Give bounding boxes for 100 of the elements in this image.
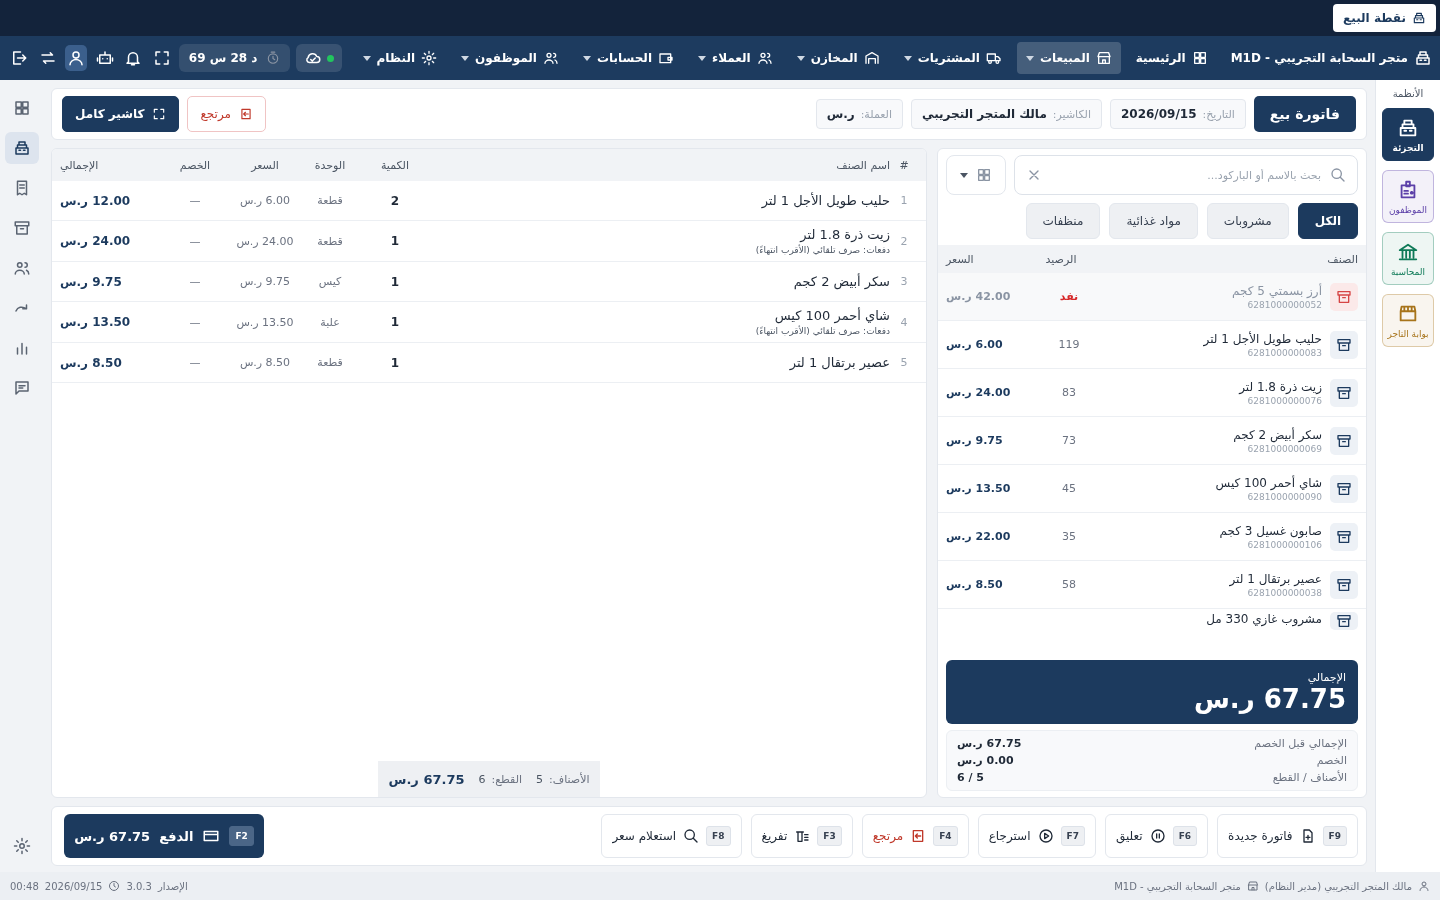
systems-heading: الأنظمة: [1392, 88, 1424, 99]
item-name: شاي أحمر 100 كيس: [773, 308, 890, 323]
system-card[interactable]: بوابة التاجر: [1382, 294, 1434, 347]
line-total-cell-text: 24.00 ر.س: [60, 234, 132, 248]
store-icon: [1246, 880, 1259, 892]
product-box-icon: [1330, 330, 1358, 359]
chip-value: ر.س: [826, 107, 855, 121]
chip-value: 2026/09/15: [1120, 107, 1197, 121]
discount-cell-text: —: [188, 315, 202, 329]
product-box-icon: [1330, 474, 1358, 503]
stock-count: 35: [1061, 530, 1077, 543]
system-card[interactable]: المحاسبة: [1382, 232, 1434, 285]
product-price: 22.00 ر.س: [946, 530, 1012, 543]
summary-value: 67.75 ر.س: [957, 737, 1022, 750]
caret-icon: [698, 55, 706, 61]
caret-icon: [796, 55, 805, 61]
system-card[interactable]: الموظفون: [1382, 170, 1434, 223]
caret-icon: [362, 55, 371, 61]
summary-label: الخصم: [1316, 754, 1347, 767]
shortcut-key: F7: [1060, 826, 1085, 846]
shortcut-key: F6: [1172, 826, 1198, 846]
summary-value: 5 / 6: [957, 771, 984, 784]
user-icon: [1418, 880, 1430, 892]
row-number: 5: [899, 356, 909, 369]
chip-label: الكاشير:: [1052, 107, 1091, 121]
pos-tab[interactable]: نقطة البيع: [1333, 4, 1436, 32]
line-total-cell-text: 13.50 ر.س: [60, 315, 132, 329]
cash-register-icon: [1412, 11, 1426, 25]
brand-name: متجر السحابة التجريبي - M1D: [1230, 51, 1408, 65]
product-barcode: 6281000000069: [1246, 443, 1322, 454]
status-time: 00:48: [10, 880, 39, 892]
nav-menu-item[interactable]: النظام: [353, 42, 447, 74]
caret-icon: [903, 55, 912, 61]
register-nav-button[interactable]: [4, 132, 39, 164]
unit-cell-text: قطعة: [316, 194, 344, 207]
row-number: 3: [899, 275, 909, 288]
column-header: السعر: [249, 158, 280, 172]
product-box-icon: [1330, 522, 1358, 551]
nav-menu-item[interactable]: الرئيسية: [1126, 42, 1217, 74]
nav-menu-item[interactable]: المخازن: [787, 42, 889, 74]
people-icon: [542, 50, 559, 66]
product-price: 42.00 ر.س: [946, 290, 1012, 303]
user-icon: [67, 49, 86, 67]
batch-note: دفعات: صرف تلقائي (الأقرب انتهاءً): [754, 245, 890, 255]
line-total-cell-text: 8.50 ر.س: [60, 355, 123, 370]
full-cashier-button[interactable]: كاشير كامل: [62, 96, 180, 132]
product-name: زيت ذرة 1.8 لتر: [1237, 379, 1322, 394]
category-tab[interactable]: مواد غذائية: [1109, 203, 1198, 239]
price-cell-text: 13.50 ر.س: [235, 315, 295, 329]
category-tab[interactable]: منظفات: [1025, 203, 1101, 239]
quantity-cell[interactable]: 1: [360, 355, 430, 370]
batch-note: دفعات: صرف تلقائي (الأقرب انتهاءً): [754, 326, 890, 336]
price-cell-text: 6.00 ر.س: [238, 194, 292, 207]
quantity-cell[interactable]: 1: [360, 274, 430, 289]
return-button[interactable]: مرتجع: [187, 96, 266, 132]
price-cell-text: 8.50 ر.س: [238, 356, 292, 369]
clock-icon: [108, 880, 121, 892]
column-header: الرصيد: [1044, 252, 1078, 266]
grid-icon: [976, 167, 992, 183]
caret-icon: [1025, 55, 1034, 61]
cloud-status[interactable]: [295, 44, 342, 72]
stock-count: 73: [1061, 434, 1077, 447]
product-price: 8.50 ر.س: [946, 578, 1004, 591]
view-toggle[interactable]: [946, 155, 1006, 195]
nav-menu-item[interactable]: المشتريات: [894, 42, 1011, 74]
caret-icon: [461, 55, 470, 61]
items-count: 5: [536, 772, 544, 786]
chat-icon: [12, 379, 31, 397]
unit-cell-text: علبة: [319, 315, 341, 329]
cart-total: 67.75 ر.س: [388, 771, 465, 787]
row-number: 2: [899, 234, 909, 248]
timer-icon: [265, 51, 280, 65]
people-icon: [756, 50, 773, 66]
product-row[interactable]: مشروب غازي 330 مل: [938, 609, 1366, 633]
product-price: 6.00 ر.س: [946, 338, 1004, 351]
nav-menu-item[interactable]: الحسابات: [573, 42, 683, 74]
archive-box-icon: [12, 219, 31, 237]
user-button[interactable]: [65, 45, 88, 71]
nav-menu-item[interactable]: العملاء: [689, 42, 782, 74]
shortcut-key: F8: [706, 826, 731, 846]
column-header: الصنف: [1326, 252, 1358, 266]
discount-cell-text: —: [188, 194, 202, 207]
category-tab[interactable]: الكل: [1297, 203, 1358, 239]
product-box-icon: [1330, 612, 1358, 630]
stock-count: 45: [1061, 482, 1077, 495]
dashboard-icon: [12, 99, 31, 117]
item-name: سكر أبيض 2 كجم: [792, 274, 890, 289]
column-header: الوحدة: [313, 158, 347, 172]
category-tab[interactable]: مشروبات: [1206, 203, 1289, 239]
nav-menu-item[interactable]: الموظفون: [452, 42, 568, 74]
system-card[interactable]: التجزئة: [1382, 108, 1434, 161]
row-number: 1: [899, 194, 909, 207]
bell-icon: [124, 49, 143, 67]
invoice-type-button[interactable]: فاتورة بيع: [1253, 96, 1356, 132]
pieces-label: القطع:: [491, 772, 523, 786]
product-name: حليب طويل الأجل 1 لتر: [1202, 331, 1322, 346]
quantity-cell[interactable]: 1: [360, 315, 430, 329]
quantity-cell[interactable]: 2: [360, 193, 430, 208]
nav-menu-item[interactable]: المبيعات: [1016, 42, 1121, 74]
quantity-cell[interactable]: 1: [360, 234, 430, 248]
